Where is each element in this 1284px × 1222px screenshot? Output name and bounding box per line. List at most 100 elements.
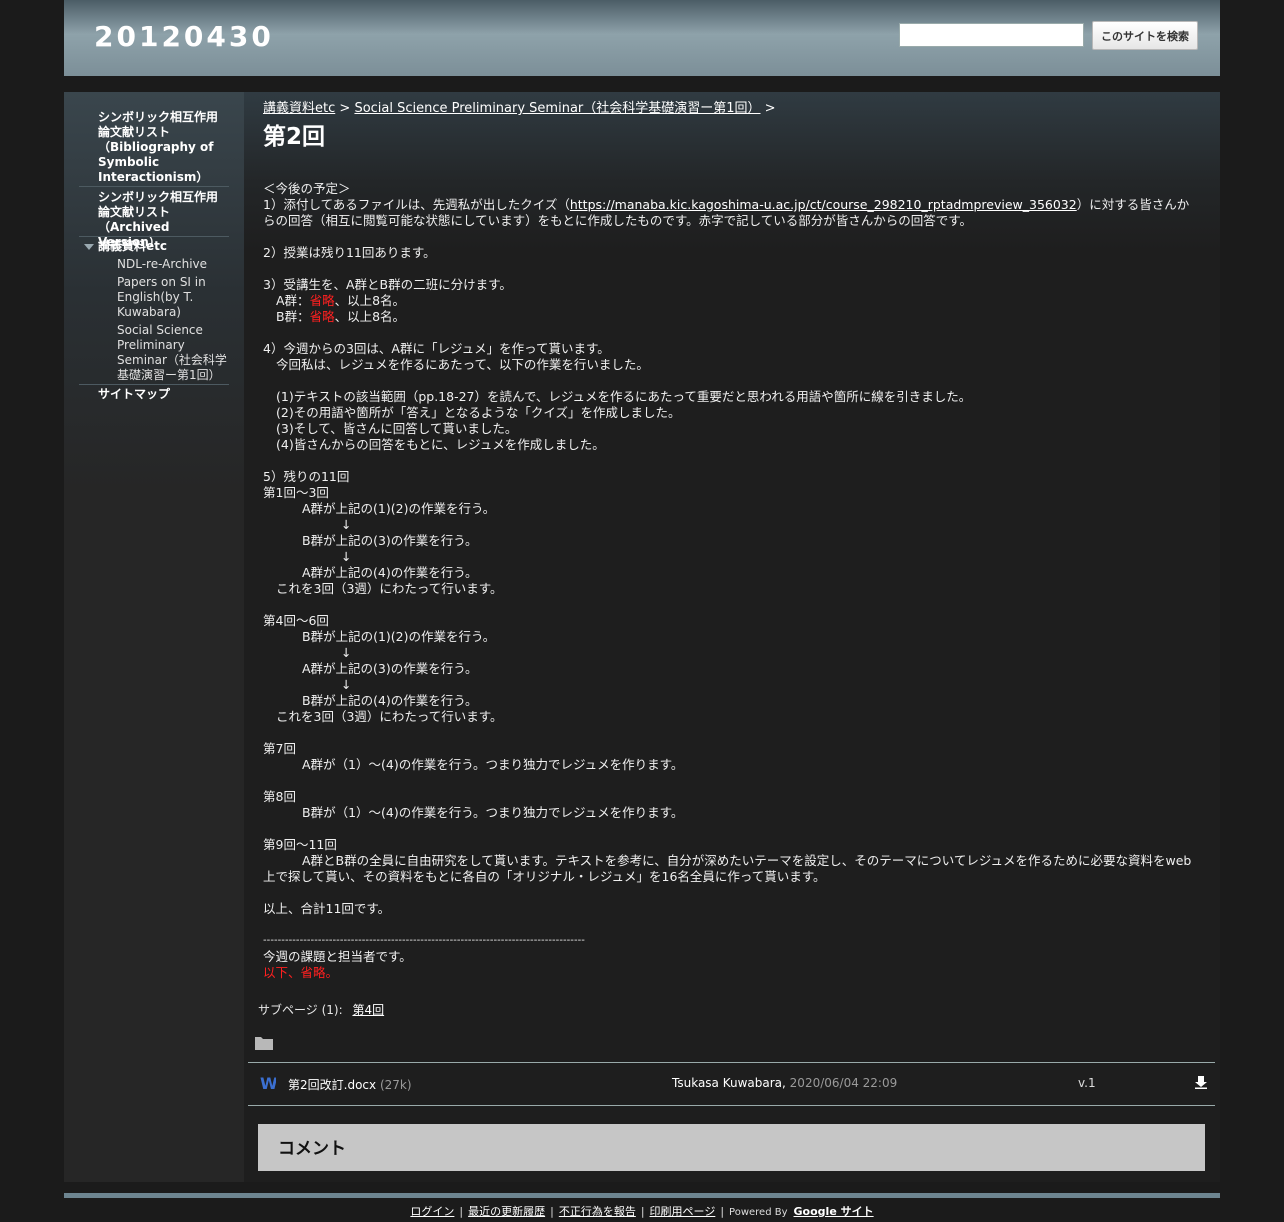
text-line: A群が上記の(1)(2)の作業を行う。: [302, 501, 496, 516]
word-doc-icon: W: [260, 1074, 278, 1095]
sidebar: シンボリック相互作用論文献リスト（Bibliography of Symboli…: [64, 92, 244, 1182]
footer-powered-by: Powered By: [729, 1207, 788, 1218]
attachment-file: 第2回改訂.docx (27k): [288, 1076, 412, 1093]
text-span: B群：: [276, 309, 310, 324]
text-line: B群が上記の(4)の作業を行う。: [302, 693, 478, 708]
divider-line: ----------------------------------------…: [263, 935, 585, 946]
footer-separator: |: [550, 1205, 554, 1218]
text-line: これを3回（3週）にわたって行います。: [276, 581, 503, 596]
attachment-version[interactable]: v.1: [1078, 1076, 1096, 1090]
attachment-author: Tsukasa Kuwabara,: [672, 1076, 786, 1090]
redacted-text: 以下、省略。: [263, 965, 339, 980]
footer-login-link[interactable]: ログイン: [410, 1205, 454, 1218]
sidebar-subitem-seminar[interactable]: Social Science Preliminary Seminar（社会科学基…: [79, 323, 229, 383]
text-line: A群が上記の(4)の作業を行う。: [302, 565, 478, 580]
text-span: 1）添付してあるファイルは、先週私が出したクイズ（: [263, 197, 570, 212]
footer-print-link[interactable]: 印刷用ページ: [650, 1205, 716, 1218]
sidebar-item-label[interactable]: 講義資料etc: [79, 239, 229, 254]
page-body: ＜今後の予定＞ 1）添付してあるファイルは、先週私が出したクイズ（https:/…: [263, 181, 1198, 981]
footer-bar: [64, 1193, 1220, 1198]
text-line: B群：省略、以上8名。: [263, 309, 1198, 325]
text-line: 今回私は、レジュメを作るにあたって、以下の作業を行いました。: [276, 357, 649, 372]
text-line: A群が上記の(3)の作業を行う。: [302, 661, 478, 676]
text-line: A群：省略、以上8名。: [263, 293, 1198, 309]
text-line: (2)その用語や箇所が「答え」となるような「クイズ」を作成しました。: [276, 405, 681, 420]
search-button[interactable]: このサイトを検索: [1092, 21, 1198, 50]
footer-separator: |: [720, 1205, 725, 1218]
text-paragraph: A群とB群の全員に自由研究をして貰います。テキストを参考に、自分が深めたいテーマ…: [263, 853, 1192, 884]
expand-triangle-icon[interactable]: [84, 244, 94, 250]
main-content: 講義資料etc > Social Science Preliminary Sem…: [244, 92, 1220, 1182]
attachment-size: (27k): [379, 1078, 412, 1092]
sidebar-divider: [79, 236, 229, 237]
quiz-link[interactable]: https://manaba.kic.kagoshima-u.ac.jp/ct/…: [570, 197, 1077, 212]
download-icon[interactable]: [1195, 1076, 1207, 1092]
breadcrumb-link-lecture[interactable]: 講義資料etc: [263, 101, 335, 116]
footer-separator: |: [459, 1205, 464, 1218]
subpage-link[interactable]: 第4回: [352, 1003, 384, 1017]
text-line: A群が（1）～(4)の作業を行う。つまり独力でレジュメを作ります。: [302, 757, 684, 772]
text-line: (4)皆さんからの回答をもとに、レジュメを作成しました。: [276, 437, 605, 452]
sidebar-divider: [79, 384, 229, 385]
text-line: 3）受講生を、A群とB群の二班に分けます。: [263, 277, 512, 292]
text-line: 第8回: [263, 789, 296, 804]
down-arrow-icon: ↓: [341, 549, 352, 564]
text-line: B群が上記の(1)(2)の作業を行う。: [302, 629, 496, 644]
breadcrumb-link-seminar[interactable]: Social Science Preliminary Seminar（社会科学基…: [354, 101, 760, 116]
site-title[interactable]: 20120430: [94, 20, 274, 53]
text-line: (3)そして、皆さんに回答して貰いました。: [276, 421, 518, 436]
sidebar-subitem-ndl[interactable]: NDL-re-Archive: [79, 257, 229, 272]
footer-separator: |: [640, 1205, 645, 1218]
text-line: B群が上記の(3)の作業を行う。: [302, 533, 478, 548]
search-input[interactable]: [899, 23, 1084, 47]
comments-title: コメント: [278, 1139, 346, 1159]
down-arrow-icon: ↓: [341, 645, 352, 660]
sidebar-item-bibliography[interactable]: シンボリック相互作用論文献リスト（Bibliography of Symboli…: [79, 110, 229, 185]
footer-history-link[interactable]: 最近の更新履歴: [468, 1205, 545, 1218]
text-line: ＜今後の予定＞: [263, 181, 351, 196]
subpages-label: サブページ (1):: [258, 1003, 343, 1017]
text-span: 、以上8名。: [334, 293, 406, 308]
attachment-date: 2020/06/04 22:09: [789, 1076, 898, 1090]
text-line: 2）授業は残り11回あります。: [263, 245, 436, 260]
text-line: B群が（1）～(4)の作業を行う。つまり独力でレジュメを作ります。: [302, 805, 684, 820]
google-sites-link[interactable]: Google サイト: [794, 1205, 874, 1218]
redacted-text: 省略: [309, 309, 335, 324]
page-title: 第2回: [263, 124, 326, 150]
attachment-row: W 第2回改訂.docx (27k) Tsukasa Kuwabara, 202…: [248, 1062, 1215, 1106]
text-line: 第4回～6回: [263, 613, 329, 628]
footer: ログイン | 最近の更新履歴 | 不正行為を報告 | 印刷用ページ | Powered By Go…: [0, 1203, 1284, 1219]
sidebar-item-lecture-materials[interactable]: 講義資料etc: [79, 239, 229, 254]
content-wrapper: シンボリック相互作用論文献リスト（Bibliography of Symboli…: [64, 92, 1220, 1182]
svg-text:W: W: [260, 1074, 276, 1092]
attachment-filename[interactable]: 第2回改訂.docx: [288, 1078, 376, 1092]
text-span: A群：: [276, 293, 310, 308]
breadcrumb-separator: >: [339, 101, 351, 116]
breadcrumb: 講義資料etc > Social Science Preliminary Sem…: [263, 97, 776, 116]
site-header: 20120430 このサイトを検索: [64, 0, 1220, 76]
text-line: 第9回～11回: [263, 837, 337, 852]
text-line: 4）今週からの3回は、A群に「レジュメ」を作って貰います。: [263, 341, 610, 356]
attachment-meta: Tsukasa Kuwabara, 2020/06/04 22:09: [672, 1076, 897, 1090]
text-line: (1)テキストの該当範囲（pp.18-27）を読んで、レジュメを作るにあたって重…: [276, 389, 972, 404]
folder-icon: [255, 1035, 273, 1054]
down-arrow-icon: ↓: [341, 677, 352, 692]
footer-report-link[interactable]: 不正行為を報告: [559, 1205, 636, 1218]
comments-section: コメント: [258, 1124, 1205, 1171]
sidebar-item-sitemap[interactable]: サイトマップ: [79, 387, 229, 402]
text-line: 以上、合計11回です。: [263, 901, 391, 916]
sidebar-divider: [79, 186, 229, 187]
sidebar-subitem-papers-si[interactable]: Papers on SI in English(by T. Kuwabara): [79, 275, 229, 320]
redacted-text: 省略: [309, 293, 335, 308]
